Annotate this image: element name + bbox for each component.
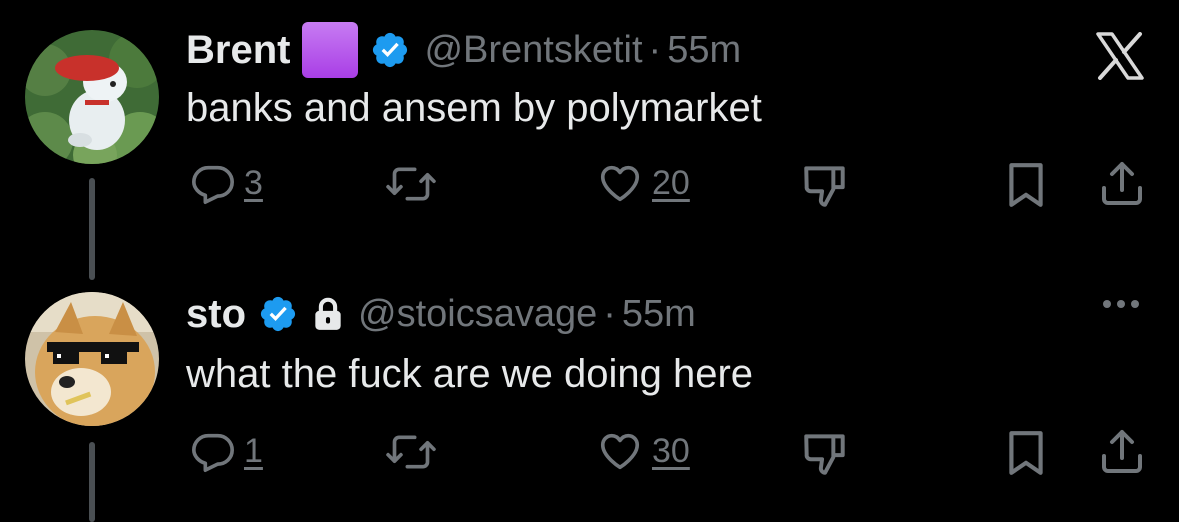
separator-dot: · [648,28,662,71]
like-button[interactable]: 20 [596,160,690,206]
reply-button[interactable]: 3 [190,160,263,206]
action-bar: 1 30 [0,428,1179,488]
tweet-1[interactable]: Brent @Brentsketit · 55m banks and ansem… [0,0,1179,280]
display-name[interactable]: Brent [186,28,290,73]
repost-button[interactable] [382,162,440,206]
share-icon [1102,430,1142,473]
timestamp[interactable]: 55m [667,29,741,72]
dot-icon [1103,300,1111,308]
like-count[interactable]: 20 [652,164,690,203]
tweet-2[interactable]: sto @stoicsavage · 55m what the fuck are… [0,260,1179,522]
user-handle[interactable]: @stoicsavage [358,293,597,336]
share-icon [1102,162,1142,205]
more-options-icon[interactable] [1103,300,1139,308]
heart-icon [600,433,640,470]
thumbs-down-icon [804,166,845,207]
reply-count[interactable]: 3 [244,164,263,203]
avatar[interactable] [25,30,159,164]
tweet-text: banks and ansem by polymarket [186,86,762,130]
like-button[interactable]: 30 [596,428,690,474]
timestamp[interactable]: 55m [622,293,696,336]
lock-icon [312,295,344,333]
purple-square-emoji-icon [302,22,359,78]
reply-button[interactable]: 1 [190,428,263,474]
separator-dot: · [603,292,616,335]
display-name[interactable]: sto [186,292,246,337]
verified-badge-icon[interactable] [370,30,410,70]
reply-icon [192,433,234,472]
action-bar: 3 20 [0,160,1179,220]
tweet-header: Brent @Brentsketit · 55m [186,22,741,78]
verified-badge-icon[interactable] [258,294,298,334]
bookmark-button[interactable] [1004,428,1048,478]
repost-button[interactable] [382,430,440,474]
downvote-button[interactable] [800,160,850,210]
avatar[interactable] [25,292,159,426]
repost-icon [386,435,436,469]
share-button[interactable] [1098,158,1146,210]
heart-icon [600,165,640,202]
downvote-button[interactable] [800,428,850,478]
share-button[interactable] [1098,426,1146,478]
bookmark-icon [1009,431,1043,475]
tweet-text: what the fuck are we doing here [186,352,754,396]
reply-count[interactable]: 1 [244,432,263,471]
reply-icon [192,165,234,204]
like-count[interactable]: 30 [652,432,690,471]
user-handle[interactable]: @Brentsketit [424,29,642,72]
bookmark-icon [1009,163,1043,207]
repost-icon [386,167,436,201]
thumbs-down-icon [804,434,845,475]
dot-icon [1131,300,1139,308]
dot-icon [1117,300,1125,308]
tweet-header: sto @stoicsavage · 55m [186,288,696,340]
bookmark-button[interactable] [1004,160,1048,210]
